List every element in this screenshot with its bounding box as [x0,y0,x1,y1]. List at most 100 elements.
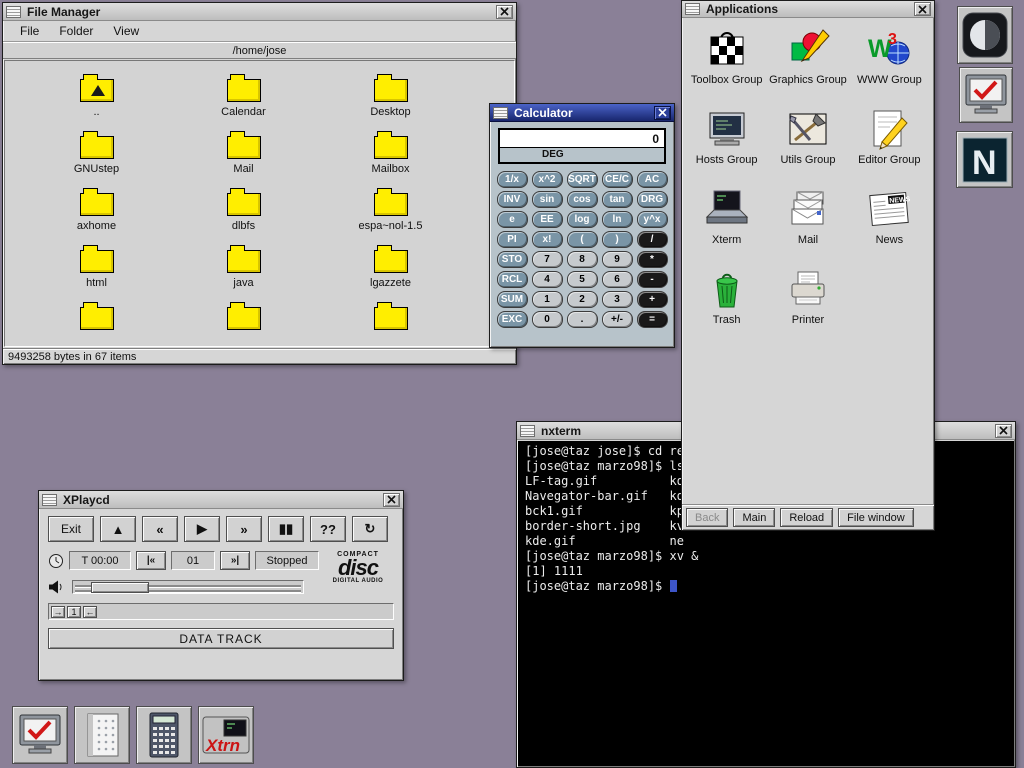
app-icon-printer[interactable]: Printer [767,266,848,346]
calc-button-drg[interactable]: DRG [637,191,668,208]
folder-item[interactable]: Mail [170,130,317,187]
window-menu-icon[interactable] [42,494,57,506]
track-cell[interactable]: 1 [67,606,81,618]
folder-item[interactable]: html [23,244,170,301]
close-button[interactable] [654,106,671,120]
folder-item[interactable] [23,301,170,347]
app-icon-mail[interactable]: Mail [767,186,848,266]
close-button[interactable] [914,2,931,16]
pause-button[interactable]: ▮▮ [268,516,304,542]
calc-button-1[interactable]: 1 [532,291,563,308]
desktop-icon-gnustep[interactable] [957,6,1013,64]
calc-button-ac[interactable]: AC [637,171,668,188]
calc-button-1x[interactable]: 1/x [497,171,528,188]
previous-track-button[interactable]: |« [136,551,166,570]
calc-button-6[interactable]: 6 [602,271,633,288]
calc-button-log[interactable]: log [567,211,598,228]
calc-button-sto[interactable]: STO [497,251,528,268]
calc-button-yx[interactable]: y^x [637,211,668,228]
volume-slider-thumb[interactable] [91,582,149,593]
calc-button-x2[interactable]: x^2 [532,171,563,188]
calc-button-5[interactable]: 5 [567,271,598,288]
close-button[interactable] [995,424,1012,438]
fast-forward-button[interactable]: » [226,516,262,542]
calc-button-open-paren[interactable]: ( [567,231,598,248]
calc-button-plusminus[interactable]: +/- [602,311,633,328]
calc-button-divide[interactable]: / [637,231,668,248]
app-icon-xterm[interactable]: Xterm [686,186,767,266]
window-menu-icon[interactable] [493,107,508,119]
main-button[interactable]: Main [733,508,775,527]
folder-item[interactable]: Desktop [317,73,464,130]
calc-button-2[interactable]: 2 [567,291,598,308]
dock-icon-monitor-check[interactable] [12,706,68,764]
repeat-button[interactable]: ↻ [352,516,388,542]
calc-button-ln[interactable]: ln [602,211,633,228]
desktop-icon-monitor-check[interactable] [959,67,1013,123]
app-icon-graphics-group[interactable]: Graphics Group [767,26,848,106]
data-track-button[interactable]: DATA TRACK [48,628,394,649]
menu-view[interactable]: View [104,22,148,40]
close-button[interactable] [383,493,400,507]
calc-button-3[interactable]: 3 [602,291,633,308]
play-button[interactable]: ▶ [184,516,220,542]
track-shift-left-button[interactable]: ← [83,606,97,618]
calc-button-sum[interactable]: SUM [497,291,528,308]
exit-button[interactable]: Exit [48,516,94,542]
window-menu-icon[interactable] [6,6,21,18]
calc-button-7[interactable]: 7 [532,251,563,268]
menu-file[interactable]: File [11,22,48,40]
calc-button-multiply[interactable]: * [637,251,668,268]
calc-button-cec[interactable]: CE/C [602,171,633,188]
dock-icon-xterm[interactable]: Xtrn [198,706,254,764]
app-icon-trash[interactable]: Trash [686,266,767,346]
calc-button-inv[interactable]: INV [497,191,528,208]
applications-titlebar[interactable]: Applications [682,1,934,18]
calculator-titlebar[interactable]: Calculator [490,104,674,122]
folder-item[interactable]: java [170,244,317,301]
folder-item[interactable]: axhome [23,187,170,244]
menu-folder[interactable]: Folder [50,22,102,40]
app-icon-hosts-group[interactable]: Hosts Group [686,106,767,186]
close-button[interactable] [496,5,513,19]
calc-button-sin[interactable]: sin [532,191,563,208]
folder-item[interactable]: GNUstep [23,130,170,187]
calc-button-tan[interactable]: tan [602,191,633,208]
dock-icon-book[interactable] [74,706,130,764]
desktop-icon-netscape[interactable]: N [956,131,1013,188]
calc-button-0[interactable]: 0 [532,311,563,328]
calc-button-rcl[interactable]: RCL [497,271,528,288]
folder-item[interactable]: Mailbox [317,130,464,187]
next-track-button[interactable]: »| [220,551,250,570]
window-menu-icon[interactable] [685,3,700,15]
volume-slider[interactable] [72,580,304,594]
calc-button-exc[interactable]: EXC [497,311,528,328]
shuffle-button[interactable]: ?? [310,516,346,542]
app-icon-editor-group[interactable]: Editor Group [849,106,930,186]
xplaycd-titlebar[interactable]: XPlaycd [39,491,403,509]
calc-button-pi[interactable]: PI [497,231,528,248]
calc-button-ee[interactable]: EE [532,211,563,228]
back-button[interactable]: Back [686,508,728,527]
calc-button-equals[interactable]: = [637,311,668,328]
calc-button-8[interactable]: 8 [567,251,598,268]
calc-button-4[interactable]: 4 [532,271,563,288]
calc-button-close-paren[interactable]: ) [602,231,633,248]
folder-item[interactable]: lgazzete [317,244,464,301]
folder-item[interactable]: dlbfs [170,187,317,244]
reload-button[interactable]: Reload [780,508,833,527]
calc-button-factorial[interactable]: x! [532,231,563,248]
window-menu-icon[interactable] [520,425,535,437]
calc-button-9[interactable]: 9 [602,251,633,268]
calc-button-sqrt[interactable]: SQRT [567,171,598,188]
folder-item-up[interactable]: .. [23,73,170,130]
folder-item[interactable]: Calendar [170,73,317,130]
file-manager-titlebar[interactable]: File Manager [3,3,516,21]
calc-button-dot[interactable]: . [567,311,598,328]
calc-button-cos[interactable]: cos [567,191,598,208]
app-icon-news[interactable]: NEWS News [849,186,930,266]
track-shift-right-button[interactable]: → [51,606,65,618]
calc-button-plus[interactable]: + [637,291,668,308]
calc-button-minus[interactable]: - [637,271,668,288]
app-icon-toolbox-group[interactable]: Toolbox Group [686,26,767,106]
